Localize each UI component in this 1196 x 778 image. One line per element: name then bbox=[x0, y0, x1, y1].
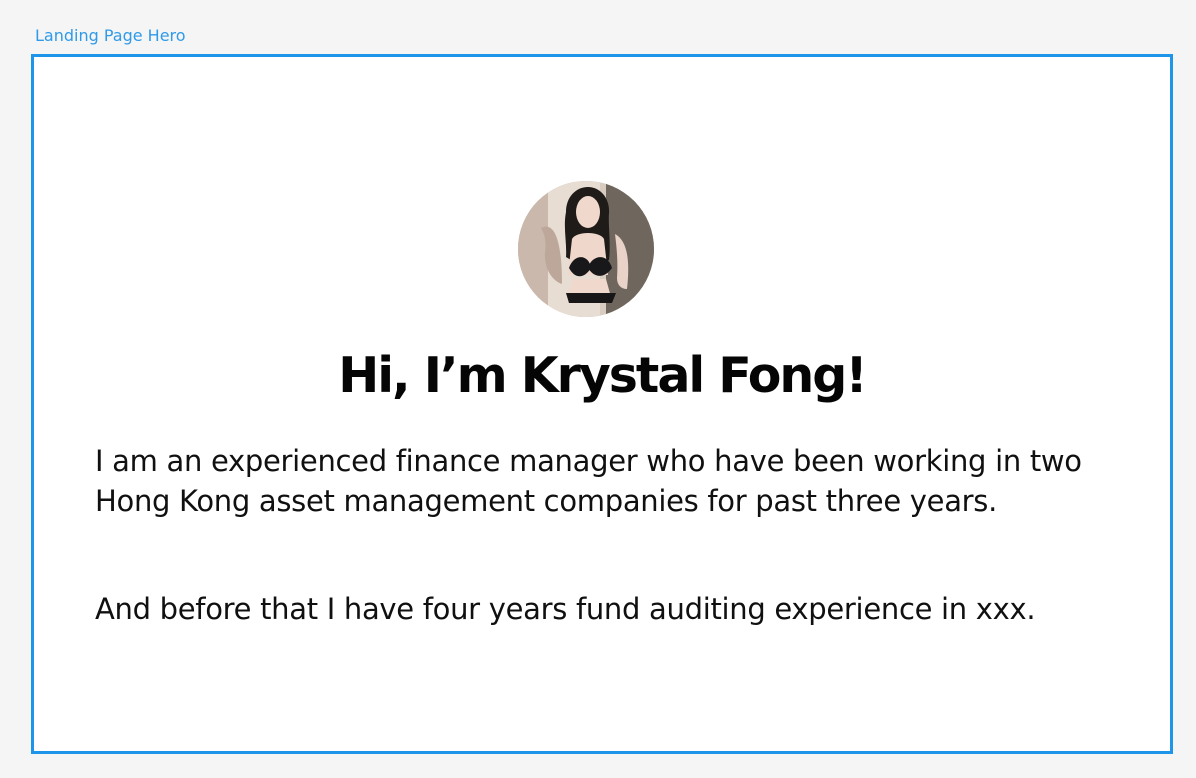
hero-paragraph-experience: I am an experienced finance manager who … bbox=[95, 444, 1082, 518]
profile-avatar bbox=[518, 181, 654, 317]
hero-title: Hi, I’m Krystal Fong! bbox=[338, 347, 867, 404]
hero-paragraph-audit: And before that I have four years fund a… bbox=[95, 592, 1036, 626]
landing-page-hero-frame[interactable]: Hi, I’m Krystal Fong! I am an experience… bbox=[31, 54, 1173, 754]
frame-label[interactable]: Landing Page Hero bbox=[35, 26, 186, 46]
